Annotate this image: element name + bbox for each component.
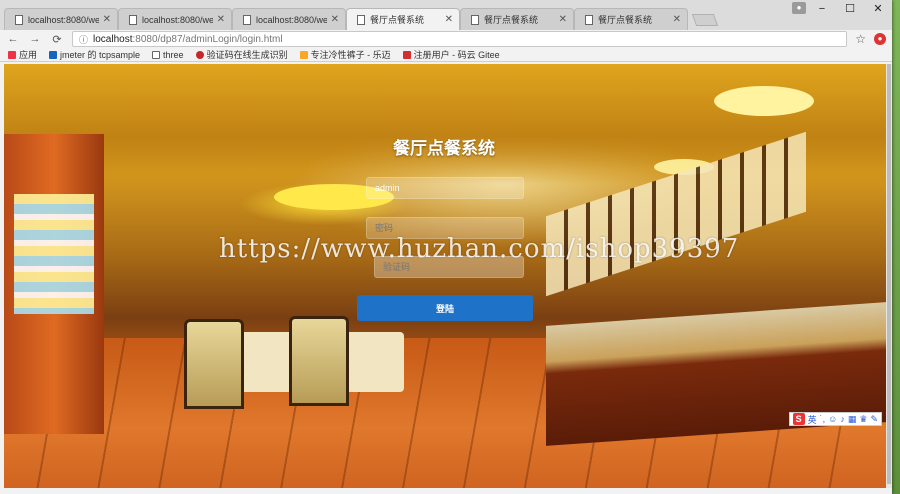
close-icon[interactable]: ✕ (673, 14, 681, 25)
tab-title: localhost:8080/webto (256, 14, 327, 25)
ime-mode-label[interactable]: 英 (808, 413, 817, 426)
bookmark-label: 注册用户 - 码云 Gitee (413, 50, 500, 60)
tab-strip: localhost:8080/webto ✕ localhost:8080/web… (0, 0, 892, 30)
bookmark-gitee[interactable]: 注册用户 - 码云 Gitee (402, 48, 500, 61)
bookmarks-bar: 应用 jmeter 的 tcpsample three 验证码在线生成识别 专注… (0, 48, 892, 62)
chair (184, 319, 244, 409)
bookmark-label: 应用 (19, 50, 38, 60)
bookmark-three[interactable]: three (152, 50, 184, 60)
login-button[interactable]: 登陆 (357, 295, 533, 321)
login-title: 餐厅点餐系统 (393, 139, 495, 158)
apps-grid-icon (8, 50, 16, 59)
tab-6[interactable]: 餐厅点餐系统 ✕ (574, 8, 688, 30)
reload-icon[interactable]: ⟳ (50, 33, 64, 46)
tab-2[interactable]: localhost:8080/webto ✕ (118, 8, 232, 30)
browser-window: localhost:8080/webto ✕ localhost:8080/web… (0, 0, 892, 494)
tab-3[interactable]: localhost:8080/webto ✕ (232, 8, 346, 30)
bookmark-label: 专注冷性裤子 - 乐迈 (310, 50, 391, 60)
tab-title: localhost:8080/webto (28, 14, 99, 25)
bookmark-star-icon[interactable]: ☆ (855, 32, 866, 46)
close-icon[interactable]: ✕ (559, 14, 567, 25)
tab-title: 餐厅点餐系统 (598, 15, 653, 25)
url-host: localhost (93, 33, 133, 45)
tab-title: localhost:8080/webto (142, 14, 213, 25)
address-bar[interactable]: ⓘ localhost:8080/dp87/adminLogin/login.h… (72, 31, 848, 47)
tab-title: 餐厅点餐系统 (370, 15, 425, 25)
close-icon[interactable]: ✕ (445, 14, 453, 25)
info-icon[interactable]: ⓘ (79, 33, 88, 46)
pillar-stripes (14, 194, 94, 314)
sogou-icon: S (792, 413, 805, 425)
page-icon (471, 14, 479, 25)
tab-4-active[interactable]: 餐厅点餐系统 ✕ (346, 8, 460, 30)
bookmark-jmeter[interactable]: jmeter 的 tcpsample (49, 48, 140, 61)
window-controls: − ☐ ✕ (808, 0, 892, 20)
maximize-button[interactable]: ☐ (836, 0, 864, 20)
page-icon (15, 14, 23, 25)
new-tab-button[interactable] (691, 14, 719, 26)
back-arrow-icon[interactable]: ← (6, 33, 20, 45)
site-icon (299, 50, 308, 59)
keyboard-icon[interactable]: ▦ (848, 414, 857, 425)
minimize-button[interactable]: − (808, 0, 836, 20)
close-icon[interactable]: ✕ (331, 14, 339, 25)
site-icon (195, 50, 204, 59)
close-window-button[interactable]: ✕ (864, 0, 892, 20)
forward-arrow-icon[interactable]: → (28, 33, 42, 45)
mic-icon[interactable]: ♪ (840, 414, 845, 424)
page-icon (129, 14, 137, 25)
page-icon (585, 14, 593, 25)
bookmark-label: 验证码在线生成识别 (206, 50, 288, 60)
url-path: :8080/dp87/adminLogin/login.html (132, 33, 283, 45)
bookmark-label: jmeter 的 tcpsample (60, 50, 141, 60)
emoji-icon[interactable]: ☺ (828, 414, 837, 424)
profile-icon[interactable]: ● (792, 2, 806, 14)
bookmark-label: three (163, 49, 184, 60)
shield-icon (49, 50, 58, 59)
gitee-icon (402, 50, 411, 59)
close-icon[interactable]: ✕ (217, 14, 225, 25)
tab-title: 餐厅点餐系统 (484, 15, 539, 25)
tools-icon[interactable]: ✎ (870, 414, 878, 425)
bookmark-captcha[interactable]: 验证码在线生成识别 (195, 48, 288, 61)
ime-toolbar[interactable]: S 英 ˙, ☺ ♪ ▦ ♛ ✎ (788, 412, 882, 426)
chair (289, 316, 349, 406)
page-icon (152, 50, 161, 59)
extension-icon[interactable]: ● (874, 33, 886, 45)
punctuation-icon[interactable]: ˙, (820, 414, 826, 424)
scrollbar-thumb[interactable] (887, 64, 891, 484)
ceiling-light (714, 86, 814, 116)
skin-icon[interactable]: ♛ (859, 414, 867, 425)
username-input[interactable] (366, 177, 524, 199)
bookmark-apps[interactable]: 应用 (8, 48, 37, 61)
pillar (4, 134, 104, 434)
close-icon[interactable]: ✕ (103, 14, 111, 25)
tab-5[interactable]: 餐厅点餐系统 ✕ (460, 8, 574, 30)
page-content: https://www.huzhan.com/ishop39397 餐厅点餐系统… (4, 64, 886, 488)
captcha-input[interactable] (374, 256, 524, 278)
password-input[interactable] (366, 217, 524, 239)
page-icon (243, 14, 251, 25)
bookmark-shop[interactable]: 专注冷性裤子 - 乐迈 (299, 48, 391, 61)
tab-1[interactable]: localhost:8080/webto ✕ (4, 8, 118, 30)
page-icon (357, 14, 365, 25)
vertical-scrollbar[interactable] (886, 64, 892, 488)
browser-toolbar: ← → ⟳ ⓘ localhost:8080/dp87/adminLogin/l… (0, 30, 892, 48)
